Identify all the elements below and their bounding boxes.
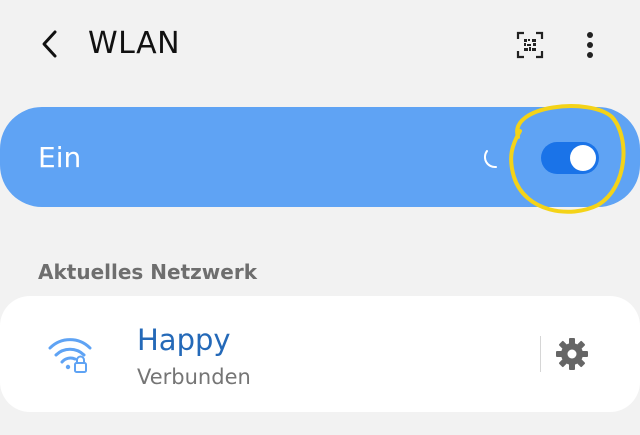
app-header: WLAN xyxy=(0,0,640,92)
qr-code-button[interactable] xyxy=(509,24,551,66)
network-settings-button[interactable] xyxy=(550,332,594,376)
wlan-master-switch[interactable]: Ein xyxy=(0,104,640,214)
toggle-knob xyxy=(570,145,596,171)
back-button[interactable] xyxy=(30,24,70,64)
gear-icon xyxy=(556,338,588,370)
network-name: Happy xyxy=(137,323,231,357)
section-header-current-network: Aktuelles Netzwerk xyxy=(38,260,257,284)
chevron-left-icon xyxy=(42,30,57,58)
master-switch-label: Ein xyxy=(38,141,82,174)
divider xyxy=(540,336,541,372)
current-network-card[interactable]: Happy Verbunden xyxy=(0,296,640,412)
wifi-locked-icon xyxy=(48,338,92,373)
more-options-button[interactable] xyxy=(572,24,608,66)
wlan-toggle[interactable] xyxy=(541,142,599,174)
more-vertical-icon xyxy=(587,32,593,58)
page-title: WLAN xyxy=(88,26,181,61)
network-status: Verbunden xyxy=(137,365,251,389)
loading-spinner-icon xyxy=(484,150,497,169)
qr-code-scan-icon xyxy=(516,31,544,59)
